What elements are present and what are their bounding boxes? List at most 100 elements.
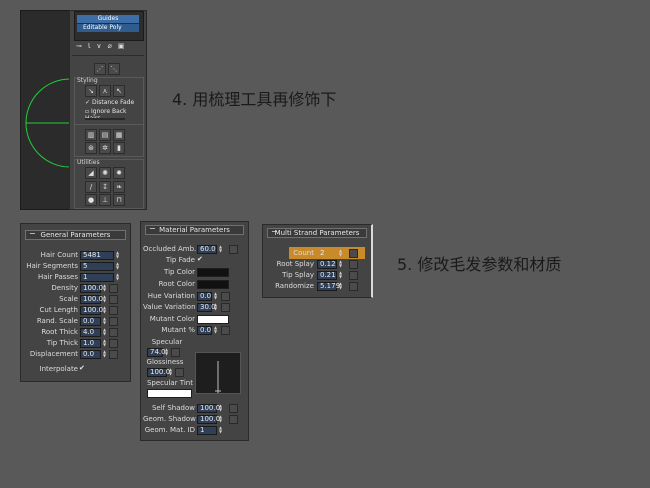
randomize-spinner[interactable]: 5.179	[317, 282, 340, 291]
randomize-map-button[interactable]	[349, 282, 358, 291]
lengthen-hair-icon[interactable]: ▦	[113, 129, 125, 141]
brush-size-slider[interactable]	[85, 118, 125, 120]
tip-thick-map-button[interactable]	[109, 339, 118, 348]
mutant-color-swatch[interactable]	[197, 315, 229, 324]
occluded-amb-arrows[interactable]: ▲ ▼	[218, 245, 223, 254]
tip-thick-arrows[interactable]: ▲ ▼	[102, 339, 107, 348]
configure-sets-icon[interactable]: ▣	[118, 42, 131, 50]
displacement-arrows[interactable]: ▲ ▼	[102, 350, 107, 359]
geom-shadow-arrows[interactable]: ▲ ▼	[218, 415, 223, 424]
tip-fade-checkbox[interactable]: ✔	[197, 255, 203, 263]
scale-map-button[interactable]	[109, 295, 118, 304]
viewport[interactable]	[20, 10, 71, 210]
displacement-spinner[interactable]: 0.0	[80, 350, 101, 359]
root-color-swatch[interactable]	[197, 280, 229, 289]
stack-item-editable-poly[interactable]: Editable Poly	[77, 24, 139, 32]
pencil-icon[interactable]: /	[85, 181, 97, 193]
hue-variation-map-button[interactable]	[221, 292, 230, 301]
rand-scale-arrows[interactable]: ▲ ▼	[102, 317, 107, 326]
hair-count-arrows[interactable]: ▲ ▼	[115, 251, 120, 260]
pin-stack-icon[interactable]: ⊸	[76, 42, 88, 50]
mutant-pct-arrows[interactable]: ▲ ▼	[213, 326, 218, 335]
density-spinner[interactable]: 100.0	[80, 284, 103, 293]
glossiness-spinner[interactable]: 100.0	[147, 368, 170, 377]
interpolate-checkbox[interactable]: ✔	[79, 364, 85, 372]
hair-segments-spinner[interactable]: 5	[80, 262, 114, 271]
mutant-pct-spinner[interactable]: 0.0	[197, 326, 212, 335]
modifier-stack[interactable]: Guides Editable Poly	[74, 11, 144, 41]
root-thick-arrows[interactable]: ▲ ▼	[102, 328, 107, 337]
multi-strand-header[interactable]: − Multi Strand Parameters	[267, 228, 367, 238]
root-splay-arrows[interactable]: ▲ ▼	[338, 260, 343, 269]
bend-icon[interactable]: ❧	[113, 181, 125, 193]
density-arrows[interactable]: ▲ ▼	[102, 284, 107, 293]
tip-thick-spinner[interactable]: 1.0	[80, 339, 101, 348]
value-variation-arrows[interactable]: ▲ ▼	[213, 303, 218, 312]
density-map-button[interactable]	[109, 284, 118, 293]
geom-shadow-map-button[interactable]	[229, 415, 238, 424]
length-gradient-icon[interactable]: ◢	[85, 167, 97, 179]
hair-passes-spinner[interactable]: 1	[80, 273, 114, 282]
specular-spinner[interactable]: 74.0	[147, 348, 166, 357]
general-parameters-header[interactable]: − General Parameters	[25, 230, 126, 240]
cut-length-arrows[interactable]: ▲ ▼	[102, 306, 107, 315]
rotate-hair-icon[interactable]: ⊛	[85, 142, 97, 154]
tip-splay-spinner[interactable]: 0.21	[317, 271, 337, 280]
root-thick-map-button[interactable]	[109, 328, 118, 337]
cut-length-spinner[interactable]: 100.0	[80, 306, 103, 315]
geom-mat-id-arrows[interactable]: ▲ ▼	[218, 426, 223, 435]
hair-brush-icon[interactable]: ⋱	[108, 63, 120, 75]
value-variation-map-button[interactable]	[221, 303, 230, 312]
scale-spinner[interactable]: 100.0	[80, 295, 103, 304]
stand-hair-icon[interactable]: ⋏	[99, 85, 111, 97]
root-splay-spinner[interactable]: 0.12	[317, 260, 337, 269]
recomb-hair-icon[interactable]: ▮	[113, 142, 125, 154]
make-unique-icon[interactable]: ∨	[96, 42, 107, 50]
pop-selected-icon[interactable]: ↧	[99, 181, 111, 193]
puff-hair-icon[interactable]: ↖	[113, 85, 125, 97]
count-arrows[interactable]: ▲ ▼	[338, 249, 343, 258]
lock-icon[interactable]: ⊓	[113, 194, 125, 206]
self-shadow-spinner[interactable]: 100.0	[197, 404, 220, 413]
occluded-amb-spinner[interactable]: 60.0	[197, 245, 217, 254]
remove-modifier-icon[interactable]: ⌀	[107, 42, 117, 50]
root-thick-spinner[interactable]: 4.0	[80, 328, 101, 337]
self-shadow-arrows[interactable]: ▲ ▼	[218, 404, 223, 413]
glossiness-map-button[interactable]	[175, 368, 184, 377]
self-shadow-map-button[interactable]	[229, 404, 238, 413]
randomize-arrows[interactable]: ▲ ▼	[338, 282, 343, 291]
translate-hair-icon[interactable]: ↘	[85, 85, 97, 97]
reset-rest-icon[interactable]: ✹	[113, 167, 125, 179]
geom-mat-id-spinner[interactable]: 1	[197, 426, 217, 435]
value-variation-spinner[interactable]: 30.0	[197, 303, 216, 312]
glossiness-arrows[interactable]: ▲ ▼	[168, 368, 173, 377]
hair-count-spinner[interactable]: 5481	[80, 251, 114, 260]
scale-arrows[interactable]: ▲ ▼	[102, 295, 107, 304]
root-splay-map-button[interactable]	[349, 260, 358, 269]
count-spinner[interactable]: 2	[317, 249, 337, 258]
distance-fade-checkbox[interactable]: ✓ Distance Fade	[85, 99, 134, 106]
cut-icon[interactable]: ⊥	[99, 194, 111, 206]
hair-passes-arrows[interactable]: ▲ ▼	[115, 273, 120, 282]
hue-variation-arrows[interactable]: ▲ ▼	[213, 292, 218, 301]
material-parameters-header[interactable]: − Material Parameters	[145, 225, 244, 235]
tip-splay-map-button[interactable]	[349, 271, 358, 280]
rand-scale-spinner[interactable]: 0.0	[80, 317, 101, 326]
hair-segments-arrows[interactable]: ▲ ▼	[115, 262, 120, 271]
specular-tint-swatch[interactable]	[147, 389, 192, 398]
mutant-pct-map-button[interactable]	[221, 326, 230, 335]
hue-variation-spinner[interactable]: 0.0	[197, 292, 212, 301]
scale-hair-icon[interactable]: ▥	[85, 129, 97, 141]
occluded-amb-map-button[interactable]	[229, 245, 238, 254]
count-map-button[interactable]	[349, 249, 358, 258]
hair-comb-icon[interactable]: ⋰	[94, 63, 106, 75]
tip-color-swatch[interactable]	[197, 268, 229, 277]
frizz-hair-icon[interactable]: ✲	[99, 142, 111, 154]
geom-shadow-spinner[interactable]: 100.0	[197, 415, 220, 424]
specular-map-button[interactable]	[171, 348, 180, 357]
displacement-map-button[interactable]	[109, 350, 118, 359]
cut-length-map-button[interactable]	[109, 306, 118, 315]
specular-arrows[interactable]: ▲ ▼	[164, 348, 169, 357]
tip-splay-arrows[interactable]: ▲ ▼	[338, 271, 343, 280]
clump-hair-icon[interactable]: ▤	[99, 129, 111, 141]
